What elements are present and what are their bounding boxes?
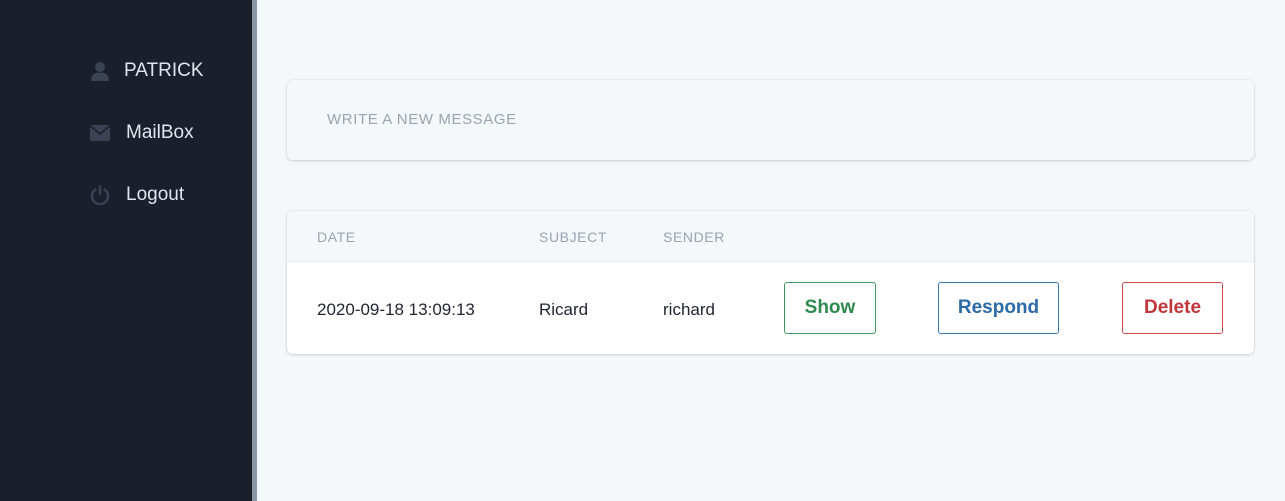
sidebar-item-mailbox[interactable]: MailBox <box>90 122 194 144</box>
user-icon <box>90 61 110 81</box>
power-icon <box>90 185 110 205</box>
sidebar-item-label: PATRICK <box>124 60 204 81</box>
envelope-icon <box>90 123 110 143</box>
table-header: DATE SUBJECT SENDER <box>287 211 1254 262</box>
sidebar-item-label: MailBox <box>126 122 194 143</box>
respond-button[interactable]: Respond <box>938 282 1059 334</box>
sidebar: PATRICK MailBox Logout <box>0 0 252 501</box>
show-button[interactable]: Show <box>784 282 876 334</box>
messages-table: DATE SUBJECT SENDER 2020-09-18 13:09:13 … <box>287 211 1254 354</box>
message-sender: richard <box>663 300 715 319</box>
column-header-sender: SENDER <box>663 229 725 245</box>
column-header-date: DATE <box>317 229 356 245</box>
message-subject: Ricard <box>539 300 589 319</box>
new-message-input[interactable] <box>327 111 1207 128</box>
message-date: 2020-09-18 13:09:13 <box>317 300 475 319</box>
sidebar-divider <box>252 0 257 501</box>
table-row: 2020-09-18 13:09:13 Ricard richard <box>287 262 1254 354</box>
compose-card <box>287 80 1254 160</box>
delete-button[interactable]: Delete <box>1122 282 1223 334</box>
column-header-subject: SUBJECT <box>539 229 607 245</box>
sidebar-item-user[interactable]: PATRICK <box>90 60 204 82</box>
sidebar-item-logout[interactable]: Logout <box>90 184 184 206</box>
sidebar-item-label: Logout <box>126 184 185 205</box>
